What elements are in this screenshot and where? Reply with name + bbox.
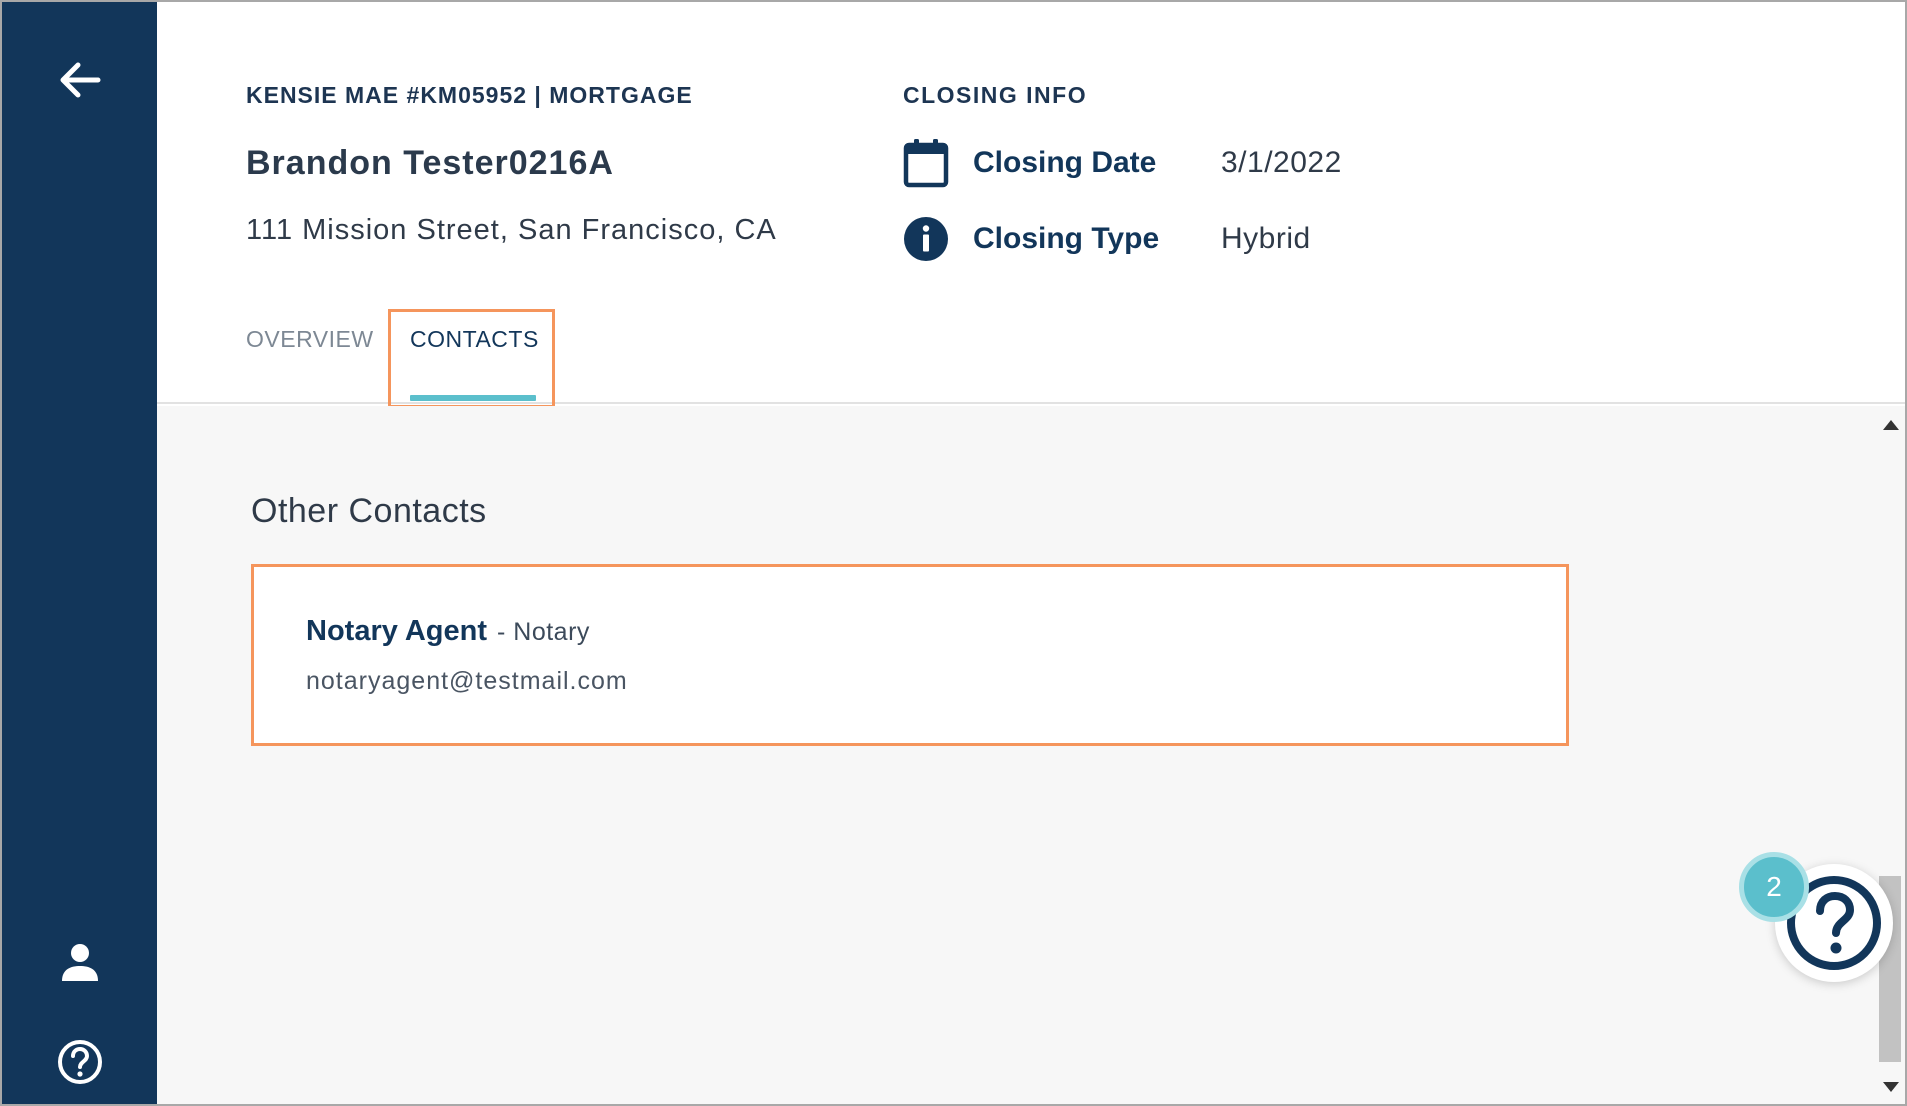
contact-name-line: Notary Agent - Notary xyxy=(306,615,590,648)
help-circle-icon xyxy=(57,1040,102,1084)
scroll-up-arrow-icon[interactable] xyxy=(1883,420,1899,430)
user-icon xyxy=(61,944,98,981)
calendar-icon xyxy=(903,138,949,188)
section-title: Other Contacts xyxy=(251,492,487,530)
closing-date-value: 3/1/2022 xyxy=(1221,146,1342,179)
back-button[interactable] xyxy=(50,50,110,110)
loan-header: KENSIE MAE #KM05952 | MORTGAGE Brandon T… xyxy=(157,2,1905,408)
help-button[interactable] xyxy=(50,1032,110,1092)
app-window: KENSIE MAE #KM05952 | MORTGAGE Brandon T… xyxy=(0,0,1907,1106)
loan-title: KENSIE MAE #KM05952 | MORTGAGE xyxy=(246,82,693,108)
closing-date-label: Closing Date xyxy=(973,146,1157,179)
closing-type-row: Closing Type Hybrid xyxy=(903,214,1311,264)
property-address: 111 Mission Street, San Francisco, CA xyxy=(246,214,777,246)
contact-role: - Notary xyxy=(497,618,590,646)
notification-badge: 2 xyxy=(1739,852,1809,922)
closing-date-row: Closing Date 3/1/2022 xyxy=(903,138,1342,188)
closing-info-title: CLOSING INFO xyxy=(903,82,1088,108)
closing-type-label: Closing Type xyxy=(973,222,1160,255)
profile-button[interactable] xyxy=(50,932,110,992)
tab-highlight-box xyxy=(388,309,555,408)
scroll-down-arrow-icon[interactable] xyxy=(1883,1082,1899,1092)
closing-type-value: Hybrid xyxy=(1221,222,1311,255)
info-icon xyxy=(903,214,949,264)
contact-name: Notary Agent xyxy=(306,615,487,647)
vertical-scrollbar[interactable] xyxy=(1875,406,1905,1104)
contacts-panel: Other Contacts Notary Agent - Notary nota… xyxy=(157,406,1905,1104)
borrower-name: Brandon Tester0216A xyxy=(246,144,614,182)
contact-email[interactable]: notaryagent@testmail.com xyxy=(306,667,628,696)
sidebar xyxy=(2,2,157,1104)
contact-card[interactable]: Notary Agent - Notary notaryagent@testmai… xyxy=(251,564,1569,746)
arrow-left-icon xyxy=(60,62,100,98)
tab-overview[interactable]: OVERVIEW xyxy=(246,326,374,372)
